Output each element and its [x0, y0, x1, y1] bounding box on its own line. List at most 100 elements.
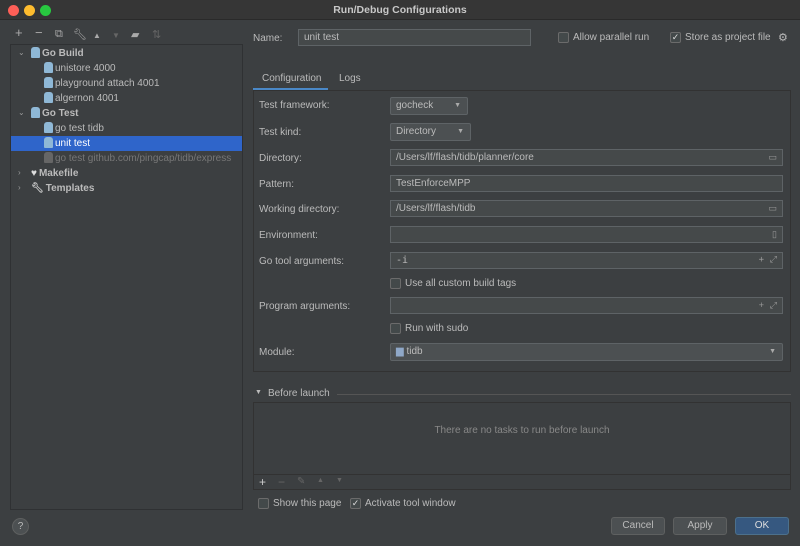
expand-icon[interactable]: ⤢	[770, 253, 777, 268]
tab-configuration[interactable]: Configuration	[262, 73, 321, 84]
arrow-up-icon[interactable]: ▲	[317, 477, 324, 484]
minus-icon[interactable]: −	[278, 475, 285, 489]
copy-icon[interactable]: ⧉	[55, 28, 63, 41]
module-select[interactable]: ▆ tidb ▼	[390, 343, 783, 361]
chevron-right-icon[interactable]: ›	[18, 168, 21, 177]
before-launch-toolbar: + − ✎ ▲ ▼	[254, 474, 790, 489]
wrench-icon[interactable]: 🔧︎	[73, 28, 87, 41]
test-framework-select[interactable]: gocheck ▼	[390, 97, 468, 115]
ok-button[interactable]: OK	[735, 517, 789, 535]
tree-group-go-test[interactable]: Go Test	[31, 106, 78, 121]
environment-input[interactable]: ▯	[390, 226, 783, 243]
allow-parallel-checkbox[interactable]	[558, 32, 569, 43]
divider	[337, 394, 791, 395]
test-framework-value: gocheck	[396, 100, 434, 111]
activate-tool-checkbox[interactable]: ✓	[350, 498, 361, 509]
program-arguments-label: Program arguments:	[259, 301, 351, 312]
configuration-tree[interactable]: ⌄ Go Build unistore 4000 playground atta…	[10, 44, 243, 510]
working-directory-input[interactable]: /Users/lf/flash/tidb ▭	[390, 200, 783, 217]
folder-icon[interactable]: ▭	[768, 150, 777, 165]
chevron-down-icon[interactable]: ⌄	[18, 108, 25, 117]
tab-logs[interactable]: Logs	[339, 73, 361, 84]
tree-group-templates[interactable]: 🔧︎ Templates	[31, 181, 94, 196]
tree-item[interactable]: algernon 4001	[44, 91, 119, 106]
apply-button[interactable]: Apply	[673, 517, 727, 535]
pattern-input[interactable]: TestEnforceMPP	[390, 175, 783, 192]
sudo-label: Run with sudo	[405, 323, 469, 334]
environment-label: Environment:	[259, 230, 318, 241]
document-icon[interactable]: ▯	[772, 227, 777, 242]
module-label: Module:	[259, 347, 295, 358]
tree-group-makefile[interactable]: ♥ Makefile	[31, 166, 78, 181]
allow-parallel-label: Allow parallel run	[573, 32, 650, 43]
close-window-button[interactable]	[8, 5, 19, 16]
arrow-down-icon[interactable]: ▼	[112, 31, 120, 40]
gopher-icon	[44, 137, 53, 148]
gopher-icon	[44, 92, 53, 103]
test-kind-select[interactable]: Directory ▼	[390, 123, 471, 141]
plus-icon[interactable]: +	[259, 475, 266, 489]
gopher-icon	[44, 62, 53, 73]
tree-item[interactable]: go test github.com/pingcap/tidb/express	[44, 151, 231, 166]
before-launch-title[interactable]: Before launch	[268, 388, 330, 399]
gopher-icon	[31, 47, 40, 58]
name-input[interactable]: unit test	[298, 29, 531, 46]
chevron-down-icon[interactable]: ⌄	[18, 48, 25, 57]
gopher-icon	[31, 107, 40, 118]
sudo-checkbox[interactable]	[390, 323, 401, 334]
edit-icon[interactable]: ✎	[297, 476, 305, 487]
minus-icon[interactable]: −	[35, 25, 43, 40]
before-launch-empty-text: There are no tasks to run before launch	[434, 425, 610, 436]
show-page-label: Show this page	[273, 498, 342, 509]
module-icon: ▆	[396, 346, 407, 357]
gear-icon[interactable]: ⚙	[778, 31, 788, 44]
working-directory-label: Working directory:	[259, 204, 340, 215]
title-bar: Run/Debug Configurations	[0, 0, 800, 20]
activate-tool-label: Activate tool window	[365, 498, 456, 509]
program-arguments-input[interactable]: + ⤢	[390, 297, 783, 314]
gopher-icon	[44, 122, 53, 133]
directory-label: Directory:	[259, 153, 302, 164]
folder-add-icon[interactable]: ▰	[131, 28, 139, 41]
directory-input[interactable]: /Users/lf/flash/tidb/planner/core ▭	[390, 149, 783, 166]
pattern-label: Pattern:	[259, 179, 295, 190]
chevron-right-icon[interactable]: ›	[18, 183, 21, 192]
chevron-down-icon[interactable]: ▼	[255, 389, 262, 396]
wrench-icon: 🔧︎	[31, 183, 44, 194]
tree-group-go-build[interactable]: Go Build	[31, 46, 84, 61]
store-project-checkbox[interactable]: ✓	[670, 32, 681, 43]
tree-item-selected[interactable]: unit test	[11, 136, 242, 151]
custom-tags-label: Use all custom build tags	[405, 278, 517, 289]
test-framework-label: Test framework:	[259, 100, 330, 111]
chevron-down-icon: ▼	[457, 128, 464, 135]
go-tool-arguments-input[interactable]: -i + ⤢	[390, 252, 783, 269]
arrow-up-icon[interactable]: ▲	[93, 31, 101, 40]
go-tool-arguments-value: -i	[396, 255, 409, 266]
custom-tags-checkbox[interactable]	[390, 278, 401, 289]
sort-icon[interactable]: ⇅	[152, 28, 161, 41]
directory-value: /Users/lf/flash/tidb/planner/core	[396, 152, 534, 163]
go-tool-arguments-label: Go tool arguments:	[259, 256, 345, 267]
test-kind-value: Directory	[396, 126, 437, 137]
makefile-icon: ♥	[31, 168, 37, 179]
expand-icon[interactable]: ⤢	[770, 298, 777, 313]
window-title: Run/Debug Configurations	[333, 4, 467, 16]
gopher-icon	[44, 152, 53, 163]
minimize-window-button[interactable]	[24, 5, 35, 16]
plus-icon[interactable]: +	[759, 253, 764, 268]
zoom-window-button[interactable]	[40, 5, 51, 16]
plus-icon[interactable]: +	[759, 298, 764, 313]
arrow-down-icon[interactable]: ▼	[336, 477, 343, 484]
chevron-down-icon: ▼	[454, 102, 461, 109]
tree-item[interactable]: playground attach 4001	[44, 76, 160, 91]
test-kind-label: Test kind:	[259, 127, 302, 138]
folder-icon[interactable]: ▭	[768, 201, 777, 216]
tree-item[interactable]: unistore 4000	[44, 61, 116, 76]
cancel-button[interactable]: Cancel	[611, 517, 665, 535]
help-button[interactable]: ?	[12, 518, 29, 535]
show-page-checkbox[interactable]	[258, 498, 269, 509]
plus-icon[interactable]: +	[15, 25, 23, 40]
module-value: tidb	[406, 346, 423, 357]
tree-item[interactable]: go test tidb	[44, 121, 104, 136]
chevron-down-icon: ▼	[769, 348, 776, 355]
